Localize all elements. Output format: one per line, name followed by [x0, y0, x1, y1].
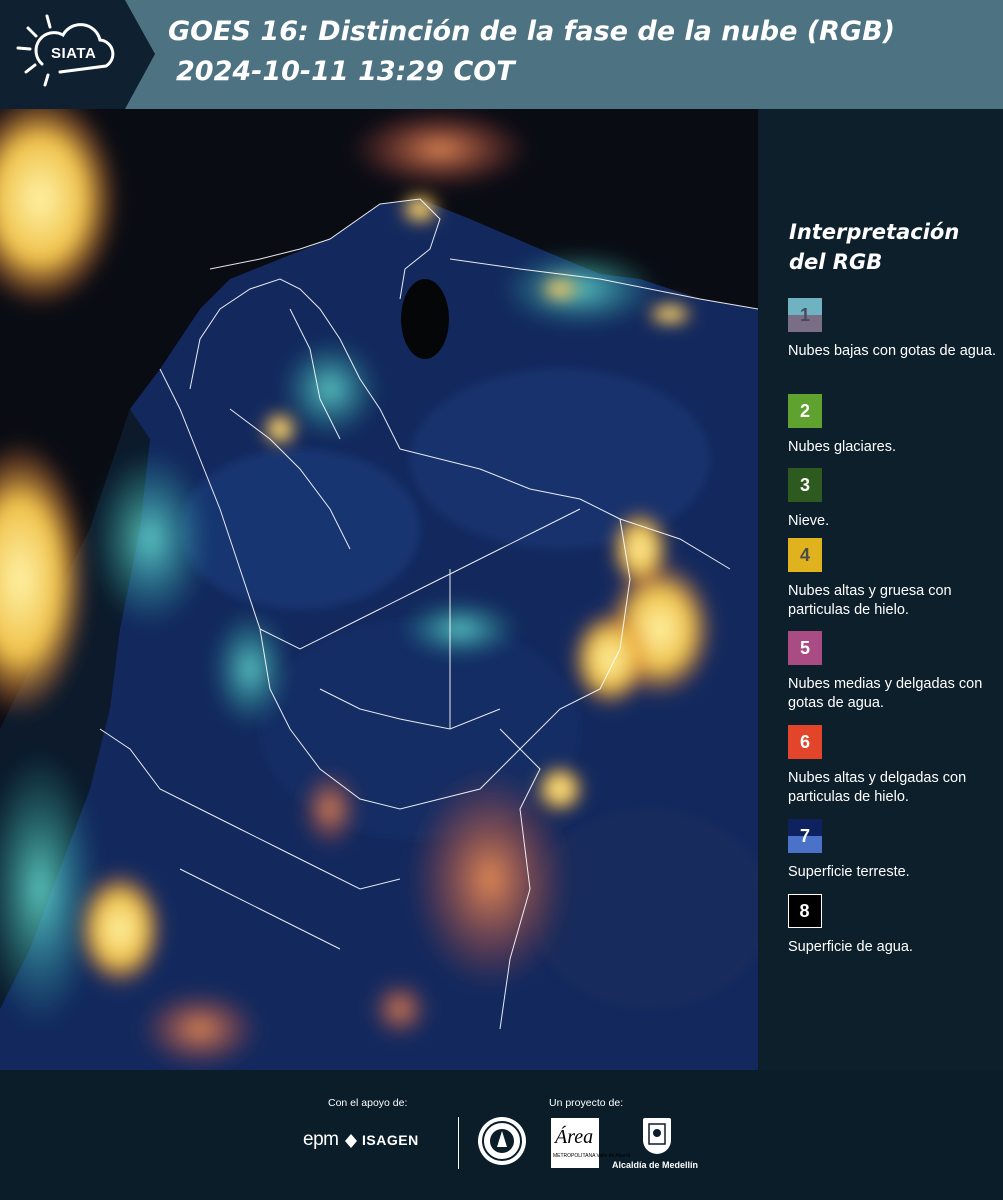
timestamp: 2024-10-11 13:29 COT: [176, 56, 515, 87]
legend-number-7: 7: [799, 826, 810, 846]
legend-swatch-2: 2: [788, 394, 822, 428]
legend-panel: Interpretación del RGB 1 Nubes bajas con…: [759, 109, 1003, 1070]
area-logo-sub: METROPOLITANA Valle de Aburrá: [553, 1153, 631, 1159]
legend-swatch-5: 5: [788, 631, 822, 665]
seal-logo: [478, 1117, 526, 1165]
area-metropolitana-logo: Área METROPOLITANA Valle de Aburrá: [551, 1118, 630, 1168]
legend-item-2: 2 Nubes glaciares.: [788, 394, 998, 457]
legend-title-line2: del RGB: [789, 250, 883, 274]
footer-divider: [458, 1117, 459, 1169]
lake-maracaibo: [401, 279, 449, 359]
legend-label-4: Nubes altas y gruesa con particulas de h…: [788, 583, 952, 618]
rgb-composite-image: [0, 109, 758, 1070]
project-label: Un proyecto de:: [549, 1097, 624, 1109]
legend-number-8: 8: [799, 900, 810, 921]
legend-number-4: 4: [799, 545, 810, 565]
isagen-logo: ISAGEN: [362, 1132, 419, 1148]
alcaldia-logo-text: Alcaldía de Medellín: [612, 1160, 699, 1170]
legend-item-1: 1 Nubes bajas con gotas de agua.: [788, 298, 998, 361]
legend-swatch-1: 1: [788, 298, 822, 332]
legend-item-4: 4 Nubes altas y gruesa con particulas de…: [788, 538, 998, 620]
legend-label-3: Nieve.: [788, 513, 830, 529]
page-title: GOES 16: Distinción de la fase de la nub…: [168, 16, 895, 47]
legend-swatch-6: 6: [788, 725, 822, 759]
legend-swatch-8: 8: [788, 894, 822, 928]
legend-title-line1: Interpretación: [789, 220, 960, 244]
legend-swatch-3: 3: [788, 468, 822, 502]
seal-icon: [482, 1121, 522, 1161]
area-logo-text: Área: [555, 1126, 594, 1148]
legend-swatch-4: 4: [788, 538, 822, 572]
isagen-icon: [345, 1134, 357, 1148]
legend-number-2: 2: [799, 401, 810, 421]
legend-item-8: 8 Superficie de agua.: [788, 894, 998, 957]
header-bar: SIATA GOES 16: Distinción de la fase de …: [0, 0, 1003, 109]
shield-icon: [648, 1123, 666, 1145]
legend-item-6: 6 Nubes altas y delgadas con particulas …: [788, 725, 998, 807]
support-label: Con el apoyo de:: [328, 1097, 408, 1109]
legend-number-3: 3: [799, 475, 810, 495]
alcaldia-shield-icon: [643, 1118, 671, 1154]
epm-logo: epm: [303, 1129, 339, 1150]
legend-label-5: Nubes medias y delgadas con gotas de agu…: [788, 676, 983, 711]
footer: Con el apoyo de: Un proyecto de: epm ISA…: [0, 1070, 1003, 1200]
legend-label-8: Superficie de agua.: [788, 939, 913, 955]
legend-item-3: 3 Nieve.: [788, 468, 998, 531]
legend-number-5: 5: [799, 638, 810, 658]
logo-text: SIATA: [51, 45, 97, 62]
siata-logo: SIATA: [0, 0, 155, 109]
legend-label-7: Superficie terreste.: [788, 864, 910, 880]
legend-number-6: 6: [799, 732, 810, 752]
satellite-map: [0, 109, 758, 1070]
legend-item-5: 5 Nubes medias y delgadas con gotas de a…: [788, 631, 998, 713]
legend-label-1: Nubes bajas con gotas de agua.: [788, 343, 996, 359]
legend-number-1: 1: [799, 305, 810, 325]
legend-swatch-7: 7: [788, 819, 822, 853]
legend-label-2: Nubes glaciares.: [788, 439, 896, 455]
legend-label-6: Nubes altas y delgadas con particulas de…: [788, 770, 967, 805]
legend-title: Interpretación del RGB: [789, 217, 994, 277]
legend-item-7: 7 Superficie terreste.: [788, 819, 998, 882]
